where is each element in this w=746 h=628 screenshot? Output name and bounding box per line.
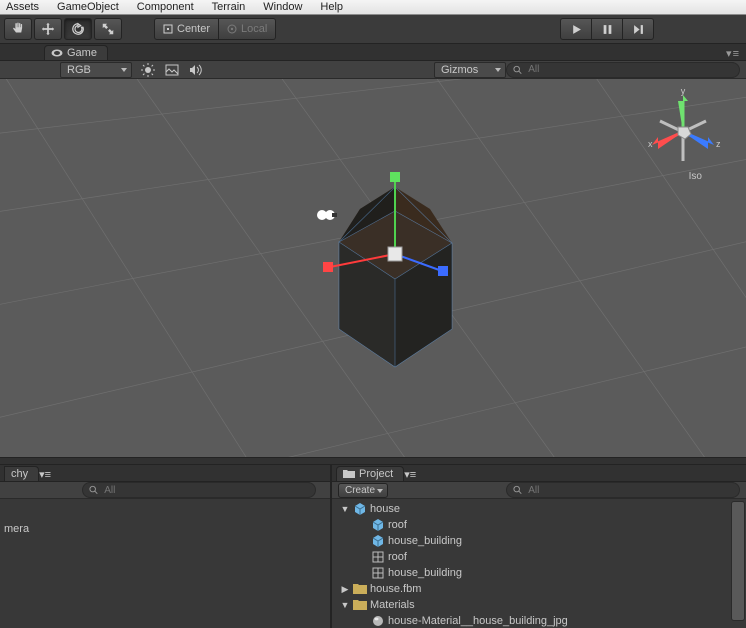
game-tab[interactable]: Game — [44, 45, 108, 60]
menu-terrain[interactable]: Terrain — [212, 1, 246, 13]
panel-menu-icon[interactable]: ▾≡ — [39, 468, 51, 481]
lighting-toggle-icon[interactable] — [140, 62, 156, 78]
tree-row[interactable]: ▼ Materials — [332, 597, 746, 613]
folder-icon — [343, 469, 355, 479]
panel-menu-icon[interactable]: ▾≡ — [726, 47, 740, 60]
tree-item-label: house — [370, 503, 400, 515]
project-tab-label: Project — [359, 468, 393, 480]
move-tool-button[interactable] — [34, 18, 62, 40]
hierarchy-search-input[interactable] — [102, 484, 309, 497]
hand-tool-button[interactable] — [4, 18, 32, 40]
panel-divider[interactable] — [0, 457, 746, 465]
panel-menu-icon[interactable]: ▾≡ — [404, 468, 416, 481]
expander-icon[interactable]: ▼ — [340, 600, 350, 610]
tree-row[interactable]: house-Material__house_building_jpg — [332, 613, 746, 628]
render-mode-label: RGB — [67, 64, 91, 76]
hierarchy-panel: chy ▾≡ mera — [0, 465, 332, 628]
material-icon — [371, 614, 385, 628]
gizmos-dropdown[interactable]: Gizmos — [434, 62, 506, 78]
camera-icon — [316, 207, 338, 223]
scene-search[interactable] — [506, 62, 740, 78]
pivot-center-button[interactable]: Center — [154, 18, 219, 40]
tree-row[interactable]: house_building — [332, 533, 746, 549]
folder-icon — [353, 582, 367, 596]
pivot-local-button[interactable]: Local — [219, 18, 276, 40]
gizmos-label: Gizmos — [441, 64, 478, 76]
pivot-center-label: Center — [177, 23, 210, 35]
project-tree[interactable]: ▼houseroofhouse_buildingroofhouse_buildi… — [332, 499, 746, 628]
tree-item-label: roof — [388, 519, 407, 531]
axis-y-label: y — [681, 87, 686, 96]
menu-component[interactable]: Component — [137, 1, 194, 13]
project-search-input[interactable] — [526, 484, 733, 497]
prefab-icon — [371, 518, 385, 532]
project-tab[interactable]: Project — [336, 466, 404, 481]
orientation-gizmo[interactable]: y x z — [638, 87, 728, 177]
main-toolbar: Center Local — [0, 15, 746, 44]
step-button[interactable] — [623, 18, 654, 40]
project-panel: Project ▾≡ Create ▼ house roof house_buildi… — [332, 465, 746, 628]
menubar: Assets GameObject Component Terrain Wind… — [0, 0, 746, 15]
create-button[interactable]: Create — [338, 483, 388, 498]
scene-search-input[interactable] — [526, 63, 733, 76]
hierarchy-tab[interactable]: chy — [4, 466, 39, 481]
game-tab-label: Game — [67, 47, 97, 59]
center-icon — [163, 24, 173, 34]
expander-icon[interactable]: ▼ — [340, 504, 350, 514]
scene-tab-strip: Game ▾≡ — [0, 44, 746, 61]
tree-row[interactable]: roof — [332, 517, 746, 533]
tree-item-label: house_building — [388, 535, 462, 547]
hierarchy-item-label: mera — [4, 523, 29, 535]
project-search[interactable] — [506, 482, 740, 498]
hierarchy-tab-label: chy — [11, 468, 28, 480]
tree-row[interactable]: roof — [332, 549, 746, 565]
hierarchy-item[interactable]: mera — [0, 521, 330, 537]
menu-window[interactable]: Window — [263, 1, 302, 13]
local-icon — [227, 24, 237, 34]
menu-assets[interactable]: Assets — [6, 1, 39, 13]
search-icon — [513, 65, 522, 75]
scale-tool-button[interactable] — [94, 18, 122, 40]
search-icon — [89, 485, 98, 495]
audio-toggle-icon[interactable] — [188, 62, 204, 78]
menu-gameobject[interactable]: GameObject — [57, 1, 119, 13]
tree-item-label: house_building — [388, 567, 462, 579]
render-mode-dropdown[interactable]: RGB — [60, 62, 132, 78]
pivot-local-label: Local — [241, 23, 267, 35]
create-label: Create — [345, 485, 375, 496]
tree-row[interactable]: ▶ house.fbm — [332, 581, 746, 597]
skybox-toggle-icon[interactable] — [164, 62, 180, 78]
tree-item-label: house-Material__house_building_jpg — [388, 615, 568, 627]
expander-icon[interactable]: ▶ — [340, 584, 350, 595]
pause-button[interactable] — [592, 18, 623, 40]
scene-viewport[interactable]: y x z Iso — [0, 79, 746, 457]
scrollbar-thumb[interactable] — [731, 501, 745, 621]
menu-help[interactable]: Help — [320, 1, 343, 13]
tree-item-label: house.fbm — [370, 583, 421, 595]
prefab-icon — [371, 534, 385, 548]
game-icon — [51, 48, 63, 58]
axis-z-label: z — [716, 139, 721, 149]
search-icon — [513, 485, 522, 495]
tree-row[interactable]: ▼ house — [332, 501, 746, 517]
hierarchy-tree[interactable]: mera — [0, 499, 330, 628]
play-controls — [560, 18, 654, 40]
folder-icon — [353, 598, 367, 612]
rotate-tool-button[interactable] — [64, 18, 92, 40]
play-button[interactable] — [560, 18, 592, 40]
tree-item-label: roof — [388, 551, 407, 563]
mesh-icon — [371, 550, 385, 564]
projection-label[interactable]: Iso — [689, 171, 702, 182]
hierarchy-search[interactable] — [82, 482, 316, 498]
tree-row[interactable]: house_building — [332, 565, 746, 581]
tree-item-label: Materials — [370, 599, 415, 611]
scene-toolbar: RGB Gizmos — [0, 61, 746, 79]
prefab-icon — [353, 502, 367, 516]
axis-x-label: x — [648, 139, 653, 149]
mesh-icon — [371, 566, 385, 580]
